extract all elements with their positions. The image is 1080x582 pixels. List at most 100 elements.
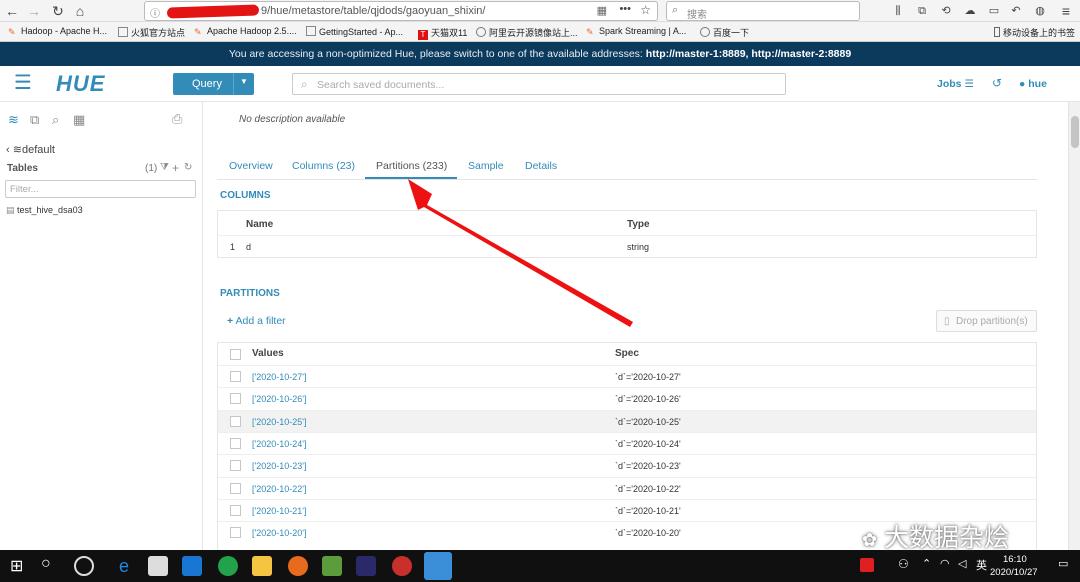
partition-value-link[interactable]: ['2020-10-22'] [252,484,306,494]
select-all-checkbox[interactable] [230,349,241,360]
partition-value-link[interactable]: ['2020-10-26'] [252,394,306,404]
caret-down-icon[interactable]: ▼ [240,77,248,86]
browser-search-input[interactable]: ⌕ 搜索 [666,1,860,21]
column-header-name[interactable]: Name [246,219,273,230]
input-method-icon[interactable] [860,558,874,572]
notifications-icon[interactable]: ▭ [1058,557,1068,570]
bookmark-star-icon[interactable]: ☆ [640,3,651,17]
row-checkbox[interactable] [230,393,241,405]
partition-value-link[interactable]: ['2020-10-21'] [252,506,306,516]
forward-icon[interactable]: → [26,3,42,19]
bookmark-item[interactable]: 百度一下 [700,26,749,39]
reader-icon[interactable]: ▭ [986,3,1002,19]
bookmark-item[interactable]: 阿里云开源镜像站上... [476,26,578,39]
table-item[interactable]: ▤ test_hive_dsa03 [6,205,83,216]
chevron-up-icon[interactable]: ⌃ [922,557,931,570]
wifi-icon[interactable]: ◠ [940,557,950,570]
table-row[interactable]: ['2020-10-26'] `d`='2020-10-26' [218,387,1036,409]
table-row[interactable]: ['2020-10-27'] `d`='2020-10-27' [218,365,1036,387]
row-checkbox[interactable] [230,527,241,539]
bookmark-item[interactable]: ✎ Spark Streaming | A... [586,26,686,37]
table-filter-input[interactable]: Filter... [5,180,196,198]
volume-icon[interactable]: ◁ [958,557,966,570]
inbox-icon[interactable]: ⎙ [172,111,182,127]
row-checkbox[interactable] [230,437,241,449]
bookmark-item[interactable]: 火狐官方站点 [118,26,185,39]
tab-columns[interactable]: Columns (23) [292,160,355,172]
refresh-icon[interactable]: ↻ [184,162,192,173]
edge-icon[interactable]: e [114,556,134,576]
bookmark-item[interactable]: T 天猫双11 [418,26,467,40]
table-row[interactable]: ['2020-10-22'] `d`='2020-10-22' [218,476,1036,499]
screenshot-icon[interactable]: ⧉ [914,3,930,19]
row-checkbox[interactable] [230,482,241,494]
hamburger-icon[interactable]: ☰ [14,73,32,93]
database-icon[interactable]: ≋ [8,112,19,128]
jobs-link[interactable]: Jobs ☰ [937,78,974,90]
hue-logo[interactable]: HUE [56,71,105,97]
app-icon[interactable] [322,556,342,576]
column-name[interactable]: d [246,242,251,252]
page-actions-icon[interactable]: ••• [619,3,631,15]
library-icon[interactable]: ⫼ [890,3,906,19]
people-icon[interactable]: ⚇ [898,557,909,571]
page-scrollbar[interactable] [1068,102,1080,550]
table-row[interactable]: ['2020-10-23'] `d`='2020-10-23' [218,454,1036,476]
bookmark-item[interactable]: GettingStarted - Ap... [306,26,403,37]
partition-header-spec[interactable]: Spec [615,348,639,359]
back-icon[interactable]: ← [4,3,20,19]
partition-value-link[interactable]: ['2020-10-24'] [252,439,306,449]
firefox-icon[interactable] [288,556,308,576]
row-checkbox[interactable] [230,415,241,427]
store-icon[interactable] [148,556,168,576]
mail-icon[interactable] [182,556,202,576]
folder-icon[interactable] [252,556,272,576]
sync-icon[interactable]: ⟲ [938,3,954,19]
tab-overview[interactable]: Overview [229,160,273,172]
drop-partitions-button[interactable]: ▯ Drop partition(s) [936,310,1037,332]
taskbar-date[interactable]: 2020/10/27 [990,567,1038,578]
partition-value-link[interactable]: ['2020-10-27'] [252,372,306,382]
app-icon[interactable] [74,556,94,576]
row-checkbox[interactable] [230,371,241,382]
banner-addresses[interactable]: http://master-1:8889, http://master-2:88… [646,48,851,60]
site-info-icon[interactable]: ⓘ [150,5,160,20]
windows-start-icon[interactable]: ⊞ [10,556,23,576]
taskbar-time[interactable]: 16:10 [1003,554,1027,565]
table-row[interactable]: ['2020-10-25'] `d`='2020-10-25' [218,409,1036,432]
partition-value-link[interactable]: ['2020-10-23'] [252,461,306,471]
search-files-icon[interactable]: ⌕ [52,112,59,128]
row-checkbox[interactable] [230,504,241,516]
add-icon[interactable]: + [172,161,179,175]
reload-icon[interactable]: ↻ [50,3,66,19]
partition-value-link[interactable]: ['2020-10-20'] [252,528,306,538]
bookmark-item[interactable]: 移动设备上的书签 [994,26,1075,39]
bookmark-item[interactable]: ✎ Hadoop - Apache H... [8,26,107,37]
table-row[interactable]: ['2020-10-24'] `d`='2020-10-24' [218,431,1036,454]
user-menu[interactable]: ● hue [1019,78,1047,90]
row-checkbox[interactable] [230,460,241,472]
app-icon[interactable] [218,556,238,576]
undo-icon[interactable]: ↶ [1008,3,1024,19]
documents-icon[interactable]: ⧉ [30,112,39,128]
partition-header-values[interactable]: Values [252,348,284,359]
home-icon[interactable]: ⌂ [72,3,88,19]
chat-icon[interactable]: ☁ [962,3,978,19]
partition-value-link[interactable]: ['2020-10-25'] [252,417,306,427]
grid-icon[interactable]: ▦ [73,112,85,128]
history-icon[interactable]: ↺ [992,76,1002,90]
cortana-icon[interactable]: ○ [41,555,51,573]
intellij-icon[interactable] [356,556,376,576]
address-bar[interactable]: ⓘ 9/hue/metastore/table/qjdods/gaoyuan_s… [144,1,658,21]
account-icon[interactable]: ◍ [1032,3,1048,19]
scrollbar-thumb[interactable] [1071,116,1079,148]
database-breadcrumb[interactable]: ‹ ≋default [6,143,55,156]
add-filter-button[interactable]: + Add a filter [227,315,286,327]
active-app-icon[interactable] [424,552,452,580]
saved-documents-search[interactable]: ⌕ Search saved documents... [292,73,786,95]
qr-code-icon[interactable]: ▦ [597,4,607,17]
menu-icon[interactable]: ≡ [1058,3,1074,19]
app-icon[interactable] [392,556,412,576]
query-button[interactable]: Query ▼ [173,73,254,95]
bookmark-item[interactable]: ✎ Apache Hadoop 2.5.... [194,26,297,37]
